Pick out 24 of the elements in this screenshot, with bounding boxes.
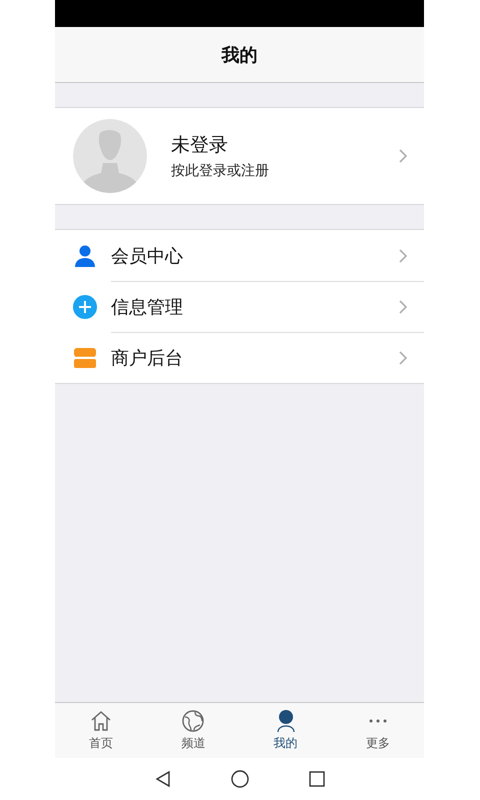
menu-item[interactable]: 信息管理 [55,281,424,332]
home-icon[interactable] [230,770,248,788]
login-hint: 按此登录或注册 [171,162,270,180]
profile-card[interactable]: 未登录 按此登录或注册 [55,107,424,205]
tab-item[interactable]: 更多 [332,703,424,758]
store-icon [73,346,97,370]
menu-item[interactable]: 会员中心 [55,230,424,281]
plus-icon [73,294,97,318]
tab-item[interactable]: 频道 [147,703,240,758]
page-title: 我的 [222,44,258,66]
globe-icon [181,709,206,733]
recents-icon[interactable] [308,771,324,787]
login-status: 未登录 [171,133,229,158]
avatar-icon [73,119,147,193]
chevron-icon [398,248,408,264]
chevron-icon [398,299,408,315]
menu-item[interactable]: 商户后台 [55,332,424,383]
person-icon [73,244,97,268]
tab-item[interactable]: 首页 [55,703,148,758]
tab-item[interactable]: 我的 [240,703,332,758]
back-icon[interactable] [154,770,170,788]
chevron-icon [398,350,408,366]
more-icon [368,719,387,723]
chevron-icon [398,148,408,164]
